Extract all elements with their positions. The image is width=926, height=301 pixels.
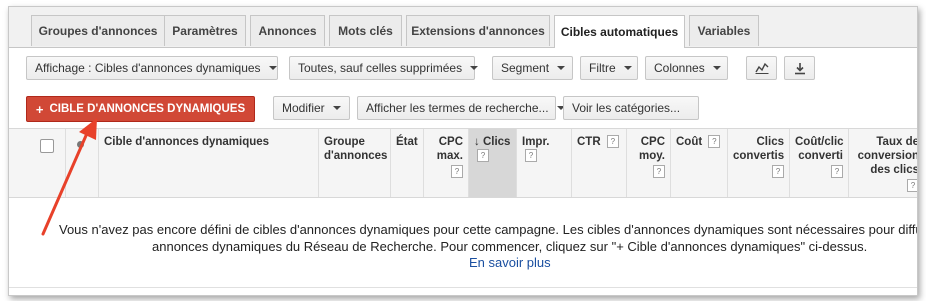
columns-label: Colonnes	[654, 61, 705, 75]
col-ad-group[interactable]: Groupe d'annonces	[319, 129, 391, 197]
segment-label: Segment	[501, 61, 550, 75]
tab-ad-groups[interactable]: Groupes d'annonces	[31, 15, 165, 46]
download-icon	[794, 62, 805, 74]
help-icon[interactable]: ?	[525, 149, 537, 163]
help-icon[interactable]: ?	[477, 149, 489, 163]
modify-label: Modifier	[282, 101, 325, 115]
col-cost-label: Coût	[676, 136, 703, 148]
col-impressions[interactable]: Impr. ?	[517, 129, 572, 197]
col-ad-group-line2: d'annonces	[324, 150, 388, 162]
col-impressions-label: Impr.	[522, 136, 550, 148]
col-ctr-label: CTR	[577, 136, 601, 148]
help-icon[interactable]: ?	[708, 135, 721, 149]
col-target-label: Cible d'annonces dynamiques	[104, 136, 270, 148]
status-dot-col	[66, 129, 99, 197]
add-dynamic-target-button[interactable]: + CIBLE D'ANNONCES DYNAMIQUES	[26, 96, 255, 122]
select-col	[9, 129, 66, 197]
columns-button[interactable]: Colonnes	[645, 56, 728, 80]
add-dynamic-target-label: CIBLE D'ANNONCES DYNAMIQUES	[49, 103, 246, 115]
chevron-down-icon	[712, 66, 721, 70]
learn-more-link[interactable]: En savoir plus	[469, 255, 551, 270]
modify-button[interactable]: Modifier	[273, 96, 350, 120]
campaign-panel: Groupes d'annonces Paramètres Annonces M…	[8, 6, 918, 296]
chart-toggle-button[interactable]	[746, 56, 777, 80]
col-max-cpc[interactable]: CPC max. ?	[424, 129, 469, 197]
col-max-cpc-line2: max.	[436, 150, 463, 162]
chevron-down-icon	[623, 66, 632, 70]
col-conv-rate-line3: des clics	[870, 164, 918, 176]
chevron-down-icon	[332, 106, 341, 110]
col-avg-cpc-line1: CPC	[640, 136, 665, 148]
tab-settings[interactable]: Paramètres	[164, 15, 246, 46]
search-terms-button[interactable]: Afficher les termes de recherche...	[357, 96, 565, 120]
categories-button[interactable]: Voir les catégories...	[563, 96, 699, 120]
chevron-down-icon	[557, 66, 566, 70]
col-clicks-label: Clics	[482, 136, 511, 148]
segment-button[interactable]: Segment	[492, 56, 573, 80]
chevron-down-icon	[470, 66, 479, 70]
sort-down-icon: ↓	[474, 136, 480, 148]
line-chart-icon	[754, 62, 768, 74]
filter-label: Filtre	[589, 61, 616, 75]
download-button[interactable]	[784, 56, 815, 80]
col-conversion-rate[interactable]: Taux de conversion des clics ?	[849, 129, 918, 197]
chevron-down-icon	[268, 66, 277, 70]
col-conversions-line1: Clics	[756, 136, 785, 148]
col-avg-cpc-line2: moy.	[639, 150, 665, 162]
col-cost-conv-line1: Coût/clic	[795, 136, 844, 148]
col-conv-rate-line2: conversion	[857, 150, 918, 162]
table-header: Cible d'annonces dynamiques Groupe d'ann…	[9, 128, 917, 198]
tab-ad-extensions[interactable]: Extensions d'annonces	[406, 15, 550, 46]
col-max-cpc-line1: CPC	[438, 136, 463, 148]
col-target[interactable]: Cible d'annonces dynamiques	[99, 129, 319, 197]
categories-label: Voir les catégories...	[572, 101, 681, 115]
col-status[interactable]: État	[391, 129, 424, 197]
help-icon[interactable]: ?	[907, 179, 917, 192]
tab-bar: Groupes d'annonces Paramètres Annonces M…	[9, 7, 917, 48]
col-cost-conv-line2: converti	[798, 150, 843, 162]
tab-variables[interactable]: Variables	[689, 15, 759, 46]
col-ctr[interactable]: CTR ?	[572, 129, 627, 197]
help-icon[interactable]: ?	[772, 165, 784, 178]
empty-message-line1: Vous n'avez pas encore défini de cibles …	[59, 222, 918, 237]
col-status-label: État	[396, 136, 418, 148]
help-icon[interactable]: ?	[653, 165, 665, 178]
col-avg-cpc[interactable]: CPC moy. ?	[627, 129, 671, 197]
col-ad-group-line1: Groupe	[324, 136, 365, 148]
status-filter-dropdown[interactable]: Toutes, sauf celles supprimées	[289, 56, 479, 80]
empty-message-line2: annonces dynamiques du Réseau de Recherc…	[152, 239, 868, 254]
filter-button[interactable]: Filtre	[580, 56, 638, 80]
col-conversions[interactable]: Clics convertis ?	[728, 129, 790, 197]
select-all-checkbox[interactable]	[40, 139, 54, 153]
tab-keywords[interactable]: Mots clés	[329, 15, 402, 46]
help-icon[interactable]: ?	[831, 165, 843, 178]
divider	[9, 287, 917, 288]
col-clicks[interactable]: ↓ Clics ?	[469, 129, 517, 197]
plus-icon: +	[35, 101, 44, 117]
tab-auto-targets[interactable]: Cibles automatiques	[554, 15, 685, 48]
tab-ads[interactable]: Annonces	[250, 15, 325, 46]
help-icon[interactable]: ?	[606, 135, 619, 149]
view-dropdown-label: Affichage : Cibles d'annonces dynamiques	[35, 61, 261, 75]
status-filter-label: Toutes, sauf celles supprimées	[298, 61, 463, 75]
col-cost-per-conversion[interactable]: Coût/clic converti ?	[790, 129, 849, 197]
col-conversions-line2: convertis	[733, 150, 785, 162]
search-terms-label: Afficher les termes de recherche...	[366, 101, 549, 115]
help-icon[interactable]: ?	[451, 165, 463, 178]
view-dropdown[interactable]: Affichage : Cibles d'annonces dynamiques	[26, 56, 278, 80]
status-dot-icon	[77, 141, 84, 148]
col-cost[interactable]: Coût ?	[671, 129, 728, 197]
col-conv-rate-line1: Taux de	[876, 136, 918, 148]
